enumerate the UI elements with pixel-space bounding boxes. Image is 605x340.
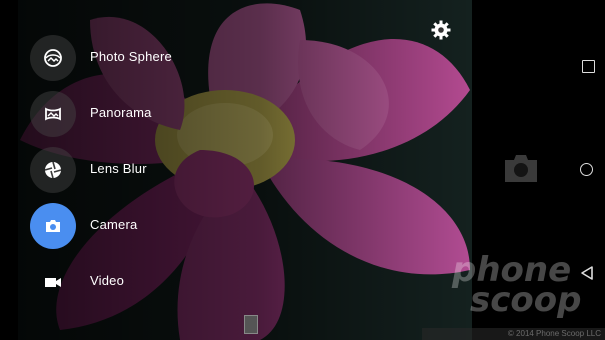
recents-button[interactable] [582, 60, 595, 73]
mode-label: Panorama [90, 105, 152, 120]
camera-icon [30, 203, 76, 249]
shutter-camera-icon[interactable] [503, 152, 539, 184]
mode-lens-blur[interactable]: Lens Blur [30, 147, 330, 193]
copyright-text: © 2014 Phone Scoop LLC [422, 328, 605, 340]
mode-panorama[interactable]: Panorama [30, 91, 330, 137]
gear-icon[interactable] [430, 19, 452, 41]
photo-sphere-icon [30, 35, 76, 81]
mode-label: Camera [90, 217, 138, 232]
mode-camera[interactable]: Camera [30, 203, 330, 249]
mode-photo-sphere[interactable]: Photo Sphere [30, 35, 330, 81]
panorama-icon [30, 91, 76, 137]
gallery-thumbnail[interactable] [244, 315, 258, 334]
video-icon [30, 259, 76, 305]
mode-video[interactable]: Video [30, 259, 330, 305]
mode-label: Video [90, 273, 125, 288]
left-edge-bar [0, 0, 18, 340]
phone-scoop-watermark: phone scoop [452, 250, 582, 320]
mode-label: Photo Sphere [90, 49, 172, 64]
home-button[interactable] [580, 163, 593, 176]
lens-blur-icon [30, 147, 76, 193]
mode-label: Lens Blur [90, 161, 147, 176]
